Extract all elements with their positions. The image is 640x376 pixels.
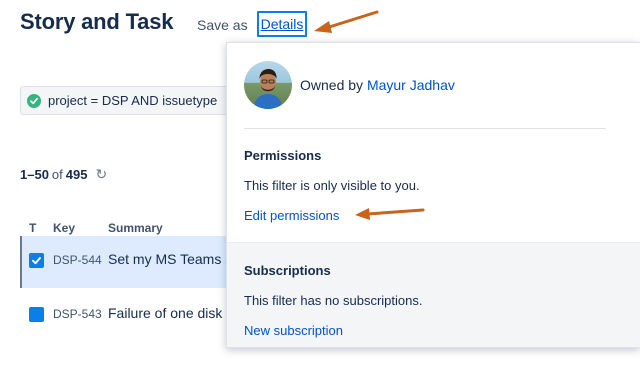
annotation-arrow-edit-permissions — [355, 208, 425, 220]
